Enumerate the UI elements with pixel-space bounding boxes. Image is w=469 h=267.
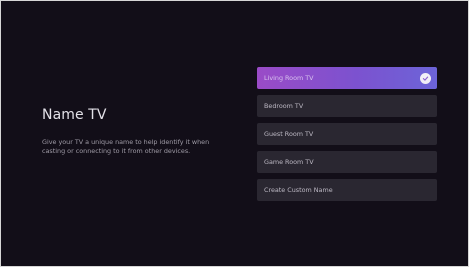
- option-game-room-tv[interactable]: Game Room TV: [257, 151, 437, 173]
- page-description: Give your TV a unique name to help ident…: [42, 138, 210, 155]
- page-title: Name TV: [42, 107, 107, 123]
- option-label: Guest Room TV: [264, 130, 314, 138]
- checkmark-icon: [420, 72, 431, 84]
- tv-screen: Name TV Give your TV a unique name to he…: [0, 0, 469, 267]
- option-guest-room-tv[interactable]: Guest Room TV: [257, 123, 437, 145]
- info-panel: Name TV Give your TV a unique name to he…: [42, 106, 232, 155]
- option-living-room-tv[interactable]: Living Room TV: [257, 67, 437, 89]
- option-create-custom-name[interactable]: Create Custom Name: [257, 179, 437, 201]
- option-label: Game Room TV: [264, 158, 314, 166]
- option-label: Living Room TV: [264, 74, 314, 82]
- name-options-list: Living Room TV Bedroom TV Guest Room TV …: [257, 67, 437, 207]
- option-label: Create Custom Name: [264, 186, 333, 194]
- option-label: Bedroom TV: [264, 102, 304, 110]
- option-bedroom-tv[interactable]: Bedroom TV: [257, 95, 437, 117]
